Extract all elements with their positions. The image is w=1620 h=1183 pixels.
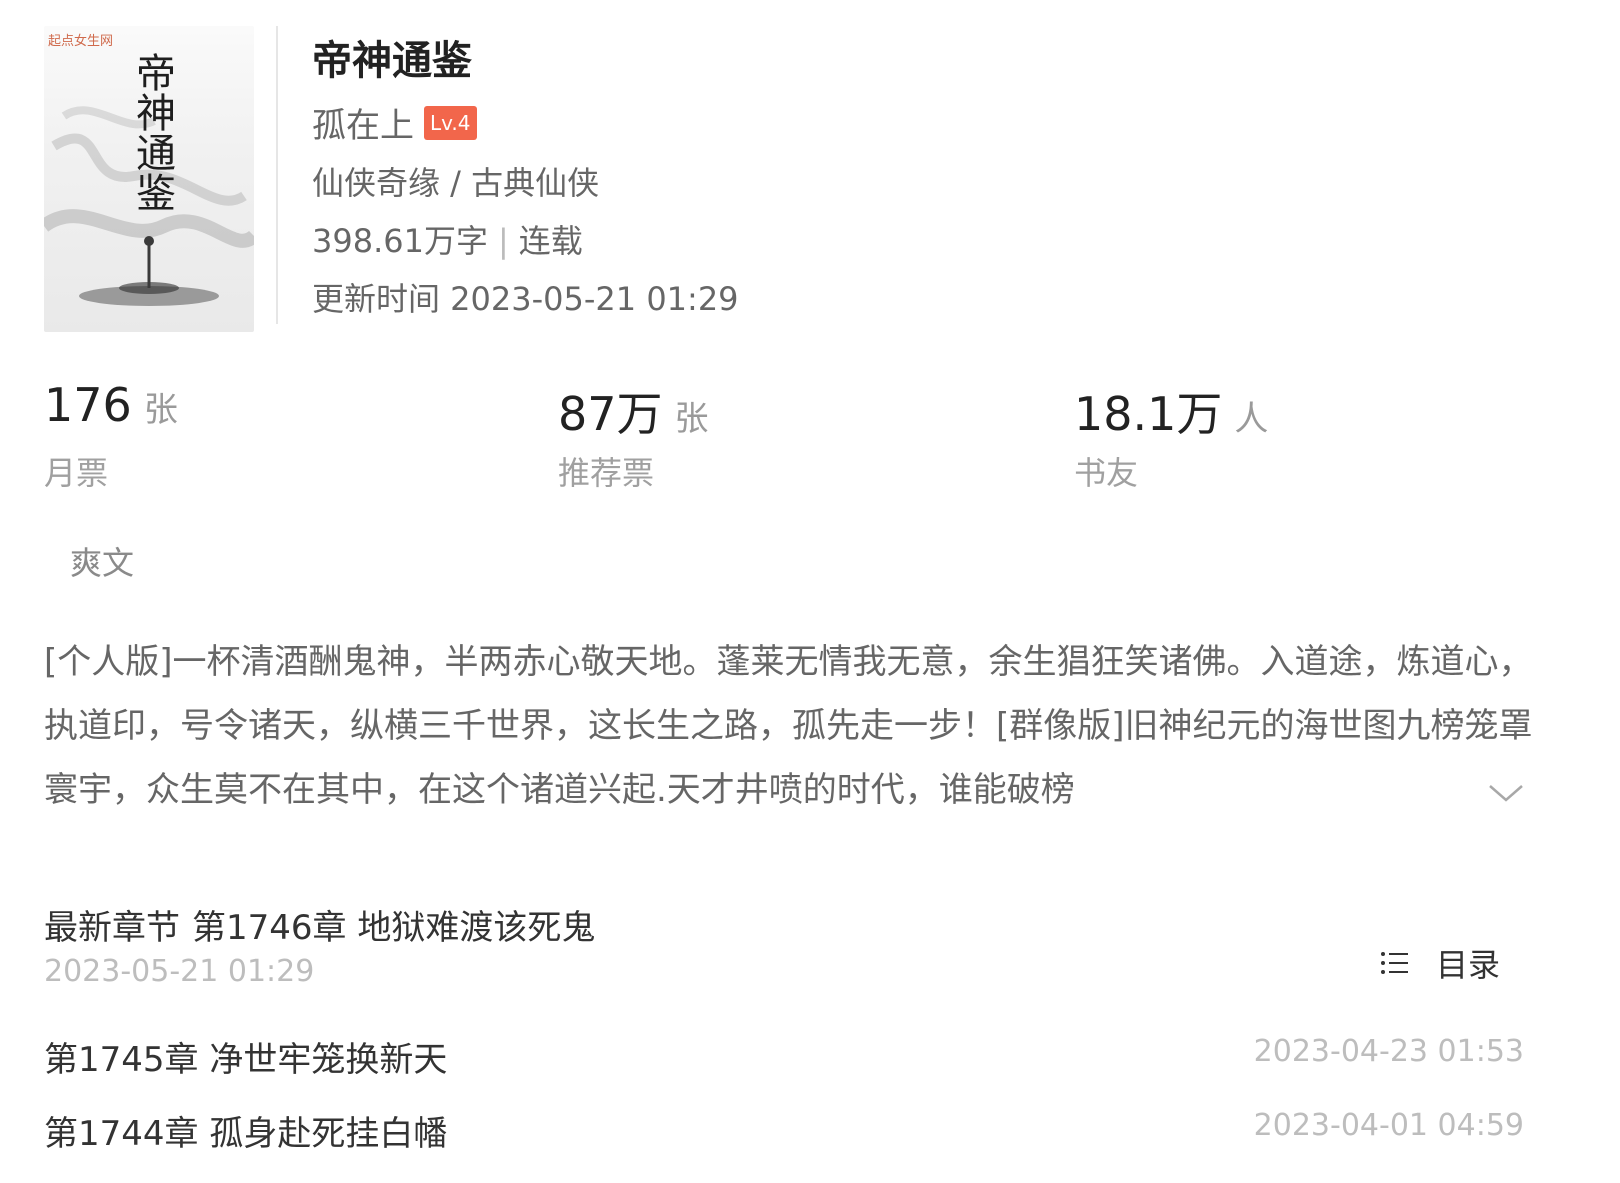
stat-label: 书友 [1074,454,1139,492]
level-badge: Lv.4 [424,105,477,140]
chapter-title: 第1745章 净世牢笼换新天 [44,1040,448,1080]
book-description[interactable]: [个人版]一杯清酒酬鬼神，半两赤心敬天地。蓬莱无情我无意，余生猖狂笑诸佛。入道途… [44,630,1534,826]
tag-chip[interactable]: 爽文 [70,538,134,584]
stat-value: 176 [44,378,132,432]
separator: | [497,222,509,260]
stat-value: 87万 [558,387,663,441]
update-time: 更新时间 2023-05-21 01:29 [312,280,739,318]
list-icon [1381,952,1408,974]
word-count: 398.61万字 [312,222,488,260]
stat-label: 月票 [44,454,109,492]
word-count-status: 398.61万字 | 连载 [312,216,583,262]
stat-fans[interactable]: 18.1万人 书友 [1074,378,1269,492]
chapter-row[interactable]: 第1745章 净世牢笼换新天 2023-04-23 01:53 [44,1032,1524,1082]
stat-unit: 人 [1234,399,1269,439]
serial-status: 连载 [518,222,583,260]
author-row[interactable]: 孤在上 Lv.4 [312,98,477,147]
stat-monthly-tickets[interactable]: 176 张 月票 [44,378,178,492]
book-header: 起点女生网 帝神通鉴 帝神通鉴 孤在上 Lv.4 仙侠奇缘 / 古典仙侠 398… [44,26,1584,336]
stat-unit: 张 [143,390,178,430]
stat-unit: 张 [674,399,709,439]
chevron-down-icon[interactable] [1486,778,1526,808]
latest-chapter-name: 第1746章 地狱难渡该死鬼 [192,908,596,948]
stats-row: 176 张 月票 87万张 推荐票 18.1万人 书友 [44,378,1544,498]
chapter-row[interactable]: 第1744章 孤身赴死挂白幡 2023-04-01 04:59 [44,1106,1524,1156]
book-cover[interactable]: 起点女生网 帝神通鉴 [44,26,254,332]
toc-label: 目录 [1436,946,1501,984]
stat-value: 18.1万 [1074,387,1223,441]
latest-chapter-title: 最新章节 第1746章 地狱难渡该死鬼 [44,900,595,949]
cover-brand: 起点女生网 [48,34,114,49]
latest-chapter[interactable]: 最新章节 第1746章 地狱难渡该死鬼 2023-05-21 01:29 [44,900,595,989]
genre[interactable]: 仙侠奇缘 / 古典仙侠 [312,158,599,204]
cover-title: 帝神通鉴 [129,52,175,212]
latest-chapter-label: 最新章节 [44,908,180,948]
toc-button[interactable]: 目录 [1380,940,1500,986]
stat-recommend-tickets[interactable]: 87万张 推荐票 [558,378,709,492]
book-title: 帝神通鉴 [312,38,472,84]
author-name[interactable]: 孤在上 [312,98,414,147]
chapter-time: 2023-04-01 04:59 [1253,1108,1524,1143]
chapter-title: 第1744章 孤身赴死挂白幡 [44,1114,448,1154]
stat-label: 推荐票 [558,454,655,492]
chapter-time: 2023-04-23 01:53 [1253,1034,1524,1069]
divider [276,26,278,324]
latest-chapter-time: 2023-05-21 01:29 [44,954,315,989]
